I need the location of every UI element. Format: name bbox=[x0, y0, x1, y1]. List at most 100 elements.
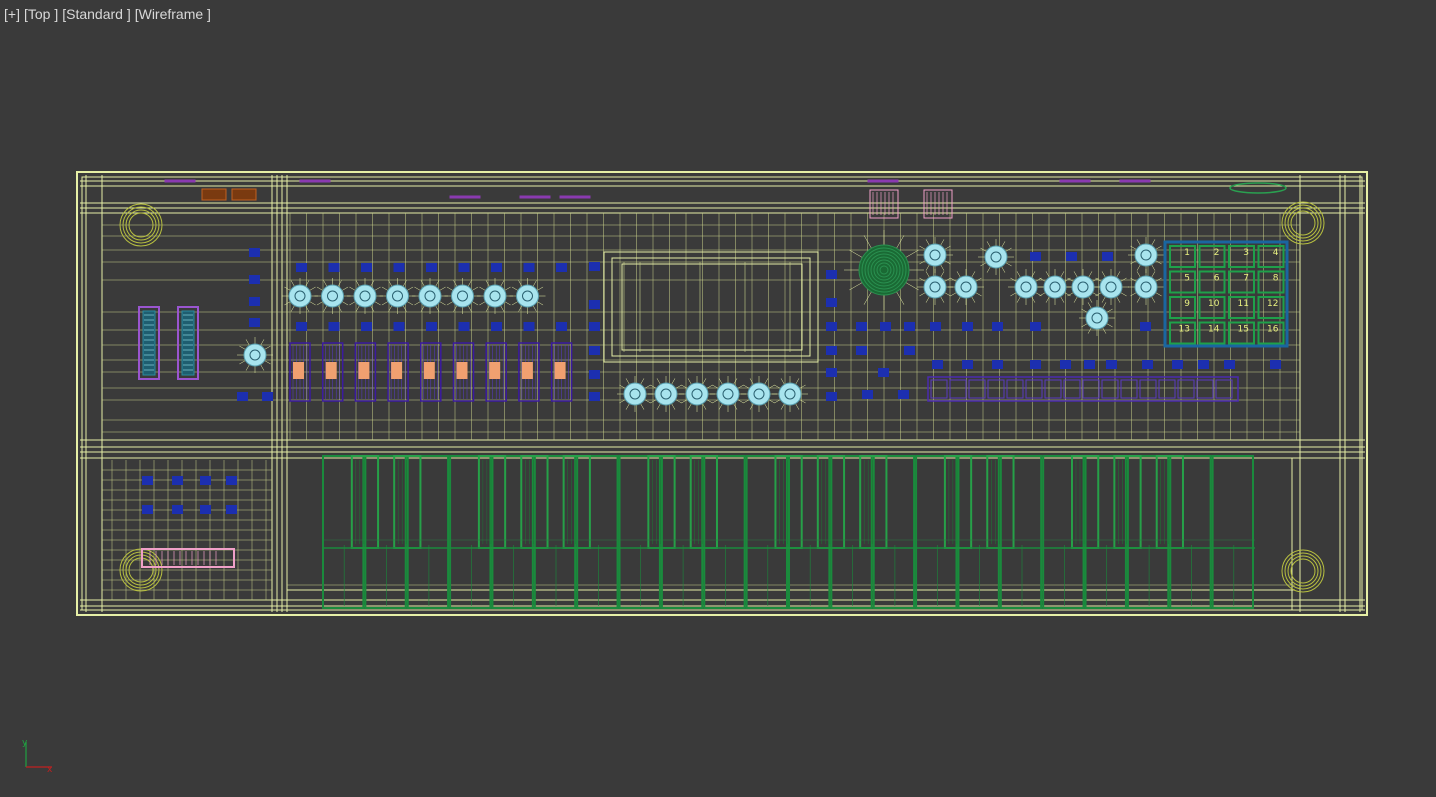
encoder-knob-icon bbox=[321, 284, 344, 308]
viewport[interactable]: 1 2 3 4 5 6 7 8 9 10 11 12 13 14 15 16 x y [+] [Top ] [St… bbox=[0, 0, 1436, 797]
drum-pad-grid[interactable]: 1 2 3 45 6 7 89 10 11 1213 14 15 16 bbox=[1163, 240, 1289, 348]
drum-pad bbox=[1228, 245, 1255, 268]
panel-button bbox=[296, 263, 307, 272]
display-frame bbox=[611, 257, 811, 357]
panel-button bbox=[458, 322, 470, 331]
step-button bbox=[1101, 379, 1119, 399]
panel-button bbox=[878, 368, 889, 377]
viewport-display-mode-menu[interactable]: [Wireframe ] bbox=[135, 6, 211, 22]
panel-button bbox=[1198, 360, 1209, 369]
drum-pad-label: 5 bbox=[1184, 274, 1190, 284]
fader-cap-icon bbox=[293, 362, 304, 379]
panel-button bbox=[1066, 252, 1077, 261]
label-strip bbox=[559, 195, 591, 199]
drum-pad bbox=[1169, 245, 1196, 268]
panel-button bbox=[1106, 360, 1117, 369]
panel-button bbox=[589, 370, 600, 379]
panel-button bbox=[904, 346, 915, 355]
drum-pad bbox=[1169, 296, 1196, 319]
panel-button bbox=[296, 322, 307, 331]
panel-button bbox=[826, 368, 837, 377]
panel-button bbox=[249, 248, 260, 257]
drum-pad-label: 8 bbox=[1273, 274, 1279, 284]
panel-button bbox=[826, 392, 837, 401]
step-button-strip[interactable] bbox=[927, 376, 1239, 402]
drum-pad-label: 15 bbox=[1238, 325, 1249, 335]
panel-button bbox=[393, 322, 405, 331]
connector-jack-icon bbox=[201, 188, 227, 201]
encoder-knob-icon bbox=[1043, 275, 1067, 299]
panel-button bbox=[226, 476, 237, 485]
drum-pad bbox=[1198, 245, 1226, 268]
encoder-knob-icon bbox=[716, 382, 740, 406]
wireframe-scene[interactable]: 1 2 3 45 6 7 89 10 11 1213 14 15 16xy bbox=[0, 0, 1436, 797]
panel-button bbox=[200, 505, 211, 514]
pitch-mod-wheel[interactable] bbox=[141, 548, 235, 568]
panel-button bbox=[932, 360, 943, 369]
display-bezel bbox=[603, 251, 819, 363]
panel-button bbox=[880, 322, 891, 331]
encoder-knob-icon bbox=[1134, 275, 1158, 299]
panel-button bbox=[523, 322, 535, 331]
panel-button bbox=[826, 298, 837, 307]
viewport-plus-menu[interactable]: [+] bbox=[4, 6, 20, 22]
panel-button bbox=[992, 322, 1003, 331]
fader-cap-icon bbox=[325, 362, 337, 379]
panel-button bbox=[589, 300, 600, 309]
panel-button bbox=[328, 322, 340, 331]
step-button bbox=[1215, 379, 1233, 399]
panel-button bbox=[426, 263, 437, 272]
jog-wheel[interactable] bbox=[858, 244, 910, 296]
panel-button bbox=[249, 318, 260, 327]
drum-pad-label: 9 bbox=[1184, 299, 1190, 309]
viewport-view-menu[interactable]: [Top ] bbox=[24, 6, 58, 22]
fader-cap-icon bbox=[423, 362, 435, 379]
panel-button bbox=[200, 476, 211, 485]
encoder-knob-icon bbox=[516, 284, 539, 308]
jog-wheel-icon bbox=[858, 244, 910, 296]
panel-button bbox=[904, 322, 915, 331]
encoder-knobs[interactable] bbox=[243, 243, 1158, 406]
panel-button bbox=[491, 322, 502, 331]
fader-bank[interactable] bbox=[289, 342, 573, 402]
panel-button bbox=[1140, 322, 1151, 331]
fader-cap-icon bbox=[489, 362, 501, 379]
panel-button bbox=[1142, 360, 1153, 369]
panel-button bbox=[589, 392, 600, 401]
usb-port-icon bbox=[1229, 182, 1287, 194]
side-bank-strip bbox=[142, 310, 156, 376]
axis-x-label: x bbox=[47, 765, 53, 775]
panel-button bbox=[361, 322, 372, 331]
encoder-knob-icon bbox=[923, 275, 947, 299]
label-strip bbox=[449, 195, 481, 199]
panel-button bbox=[856, 346, 867, 355]
step-button bbox=[1196, 379, 1214, 399]
encoder-knob-icon bbox=[386, 284, 409, 308]
panel-button bbox=[328, 263, 340, 272]
drum-pad-label: 14 bbox=[1208, 325, 1220, 335]
panel-button bbox=[249, 275, 260, 284]
encoder-knob-icon bbox=[747, 382, 771, 406]
encoder-knob-icon bbox=[778, 382, 802, 406]
viewport-shading-preset-menu[interactable]: [Standard ] bbox=[62, 6, 131, 22]
fader-cap-icon bbox=[358, 362, 370, 379]
encoder-knob-icon bbox=[623, 382, 647, 406]
axis-tripod-icon: xy bbox=[22, 738, 53, 775]
panel-button bbox=[172, 505, 183, 514]
panel-button bbox=[962, 360, 973, 369]
encoder-knob-icon bbox=[1071, 275, 1095, 299]
connector-jack-icon bbox=[231, 188, 257, 201]
step-button bbox=[1044, 379, 1062, 399]
drum-pad-label: 4 bbox=[1273, 248, 1279, 258]
panel-button bbox=[826, 322, 837, 331]
left-side-bank bbox=[138, 306, 199, 380]
label-strip bbox=[519, 195, 551, 199]
step-button bbox=[1158, 379, 1176, 399]
panel-button bbox=[930, 322, 941, 331]
panel-button bbox=[826, 346, 837, 355]
encoder-knob-icon bbox=[418, 284, 442, 308]
axis-y-label: y bbox=[22, 738, 28, 748]
panel-button bbox=[458, 263, 470, 272]
panel-button bbox=[589, 262, 600, 271]
panel-button bbox=[1172, 360, 1183, 369]
